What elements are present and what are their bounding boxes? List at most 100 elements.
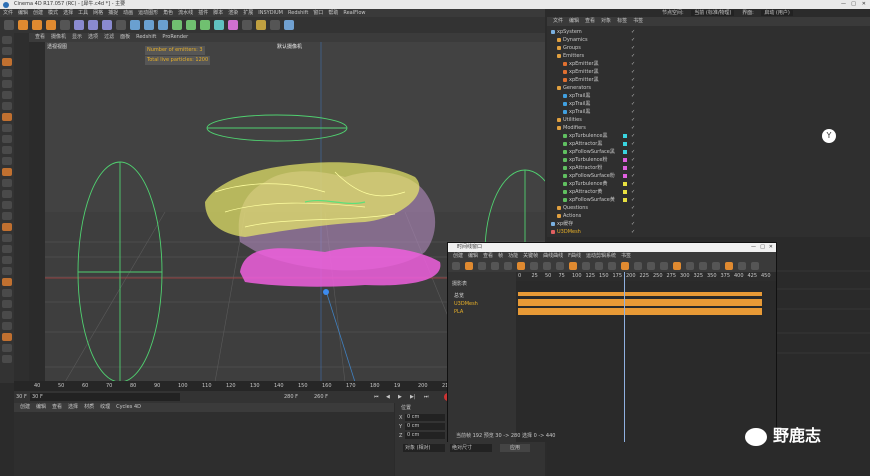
- object-menu-item-0[interactable]: 文件: [553, 18, 563, 24]
- timeline-menu-item-8[interactable]: 运动剪辑系统: [586, 253, 616, 259]
- enable-check-icon[interactable]: ✓: [631, 108, 635, 116]
- timeline-menu-item-6[interactable]: 曲线曲线: [543, 253, 563, 259]
- toolbar-button-icon[interactable]: [256, 20, 266, 30]
- toolbar-button-icon[interactable]: [88, 20, 98, 30]
- mode-button-icon[interactable]: [2, 278, 12, 286]
- enable-check-icon[interactable]: ✓: [631, 132, 635, 140]
- timeline-ruler[interactable]: 0 25 50 75 100 125 150 175 200 225 250 275 300 325 350…: [516, 272, 776, 281]
- mode-button-icon[interactable]: [2, 91, 12, 99]
- material-menu-item-1[interactable]: 编辑: [36, 404, 46, 410]
- material-menu-item-0[interactable]: 创建: [20, 404, 30, 410]
- object-tree-row[interactable]: Dynamics ✓: [547, 36, 870, 44]
- mode-button-icon[interactable]: [2, 267, 12, 275]
- enable-check-icon[interactable]: ✓: [631, 92, 635, 100]
- object-tree-row[interactable]: xpSystem ✓: [547, 28, 870, 36]
- toolbar-button-icon[interactable]: [186, 20, 196, 30]
- object-tree-row[interactable]: xpFollowSurface粉 ✓: [547, 172, 870, 180]
- timeline-tool-icon[interactable]: [504, 262, 512, 270]
- object-tree-row[interactable]: xpTrail黑 ✓: [547, 108, 870, 116]
- object-tree-row[interactable]: U3DMesh ✓: [547, 228, 870, 236]
- object-tree-row[interactable]: xpEmitter黑 ✓: [547, 68, 870, 76]
- object-menu-item-1[interactable]: 编辑: [569, 18, 579, 24]
- menu-item-10[interactable]: 角色: [163, 10, 173, 16]
- viewport-menu-item-3[interactable]: 选项: [88, 34, 98, 40]
- toolbar-button-icon[interactable]: [46, 20, 56, 30]
- material-area[interactable]: [14, 412, 394, 476]
- menu-item-1[interactable]: 编辑: [18, 10, 28, 16]
- enable-check-icon[interactable]: ✓: [631, 228, 635, 236]
- object-tree-row[interactable]: xpTrail黑 ✓: [547, 100, 870, 108]
- object-tree-row[interactable]: xpEmitter黑 ✓: [547, 60, 870, 68]
- timeline-tool-icon[interactable]: [569, 262, 577, 270]
- toolbar-button-icon[interactable]: [18, 20, 28, 30]
- object-tree-row[interactable]: xpFollowSurface黑 ✓: [547, 148, 870, 156]
- next-frame-button[interactable]: ▶|: [410, 391, 416, 403]
- timeline-tool-icon[interactable]: [660, 262, 668, 270]
- enable-check-icon[interactable]: ✓: [631, 148, 635, 156]
- menu-item-18[interactable]: 窗口: [313, 10, 323, 16]
- size-mode-select[interactable]: 绝对尺寸: [450, 444, 492, 452]
- object-tree-row[interactable]: xpAttractor黑 ✓: [547, 140, 870, 148]
- timeline-tool-icon[interactable]: [699, 262, 707, 270]
- object-tree-row[interactable]: xpAttractor粉 ✓: [547, 164, 870, 172]
- toolbar-button-icon[interactable]: [214, 20, 224, 30]
- pla-bar[interactable]: [518, 308, 762, 315]
- object-tree-row[interactable]: Utilities ✓: [547, 116, 870, 124]
- object-tree-row[interactable]: Modifiers ✓: [547, 124, 870, 132]
- toolbar-button-icon[interactable]: [284, 20, 294, 30]
- mode-button-icon[interactable]: [2, 256, 12, 264]
- prev-frame-button[interactable]: ◀: [386, 391, 390, 403]
- timeline-menu-item-2[interactable]: 查看: [483, 253, 493, 259]
- mode-button-icon[interactable]: [2, 102, 12, 110]
- mode-button-icon[interactable]: [2, 146, 12, 154]
- enable-check-icon[interactable]: ✓: [631, 84, 635, 92]
- material-menu-item-6[interactable]: Cycles 4D: [116, 404, 141, 410]
- maximize-icon[interactable]: □: [851, 0, 856, 9]
- object-tree-row[interactable]: xpTurbulence黄 ✓: [547, 180, 870, 188]
- timeline-tool-icon[interactable]: [686, 262, 694, 270]
- viewport-menu-item-0[interactable]: 查看: [35, 34, 45, 40]
- viewport-menu-item-2[interactable]: 显示: [72, 34, 82, 40]
- toolbar-button-icon[interactable]: [270, 20, 280, 30]
- object-tree-row[interactable]: xpAttractor黄 ✓: [547, 188, 870, 196]
- timeline-tool-icon[interactable]: [634, 262, 642, 270]
- toolbar-button-icon[interactable]: [130, 20, 140, 30]
- menu-item-6[interactable]: 网格: [93, 10, 103, 16]
- enable-check-icon[interactable]: ✓: [631, 60, 635, 68]
- timeline-tool-icon[interactable]: [673, 262, 681, 270]
- toolbar-button-icon[interactable]: [60, 20, 70, 30]
- enable-check-icon[interactable]: ✓: [631, 156, 635, 164]
- timeline-tool-icon[interactable]: [647, 262, 655, 270]
- first-frame-button[interactable]: ⏮: [374, 391, 379, 403]
- timeline-menu-item-5[interactable]: 关键帧: [523, 253, 538, 259]
- mode-button-icon[interactable]: [2, 311, 12, 319]
- track-row[interactable]: U3DMesh: [448, 301, 516, 308]
- enable-check-icon[interactable]: ✓: [631, 68, 635, 76]
- timeline-maximize-icon[interactable]: □: [760, 243, 765, 252]
- menu-item-0[interactable]: 文件: [3, 10, 13, 16]
- toolbar-button-icon[interactable]: [158, 20, 168, 30]
- menu-item-2[interactable]: 创建: [33, 10, 43, 16]
- toolbar-button-icon[interactable]: [32, 20, 42, 30]
- menu-item-7[interactable]: 捕捉: [108, 10, 118, 16]
- mode-button-icon[interactable]: [2, 201, 12, 209]
- enable-check-icon[interactable]: ✓: [631, 52, 635, 60]
- timeline-tool-icon[interactable]: [608, 262, 616, 270]
- mode-button-icon[interactable]: [2, 135, 12, 143]
- toolbar-button-icon[interactable]: [242, 20, 252, 30]
- enable-check-icon[interactable]: ✓: [631, 36, 635, 44]
- mode-button-icon[interactable]: [2, 190, 12, 198]
- play-button[interactable]: ▶: [398, 391, 402, 403]
- menu-item-19[interactable]: 帮助: [328, 10, 338, 16]
- enable-check-icon[interactable]: ✓: [631, 188, 635, 196]
- viewport-menu-item-7[interactable]: ProRender: [162, 34, 188, 40]
- mode-button-icon[interactable]: [2, 223, 12, 231]
- timeline-close-icon[interactable]: ✕: [769, 243, 773, 252]
- timeline-tool-icon[interactable]: [530, 262, 538, 270]
- timeline-tool-icon[interactable]: [712, 262, 720, 270]
- timeline-tool-icon[interactable]: [621, 262, 629, 270]
- mode-button-icon[interactable]: [2, 124, 12, 132]
- timeline-tool-icon[interactable]: [738, 262, 746, 270]
- layout-select[interactable]: 启动 (用户): [761, 10, 793, 16]
- material-menu-item-3[interactable]: 选择: [68, 404, 78, 410]
